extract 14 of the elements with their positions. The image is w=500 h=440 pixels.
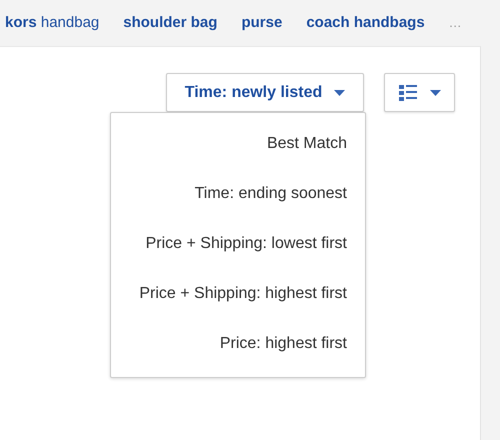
related-search-link[interactable]: kors handbag — [5, 14, 100, 30]
sort-option[interactable]: Price + Shipping: lowest first — [111, 219, 365, 269]
sort-dropdown-button[interactable]: Time: newly listed — [166, 73, 364, 112]
sort-option[interactable]: Price: highest first — [111, 319, 365, 369]
related-search-link[interactable]: coach handbags — [306, 14, 425, 30]
caret-icon — [334, 90, 346, 96]
sort-option[interactable]: Best Match — [111, 119, 365, 169]
caret-icon — [430, 90, 440, 96]
sort-option[interactable]: Price + Shipping: highest first — [111, 269, 365, 319]
sort-option[interactable]: Time: ending soonest — [111, 169, 365, 219]
view-toggle-button[interactable] — [384, 73, 455, 112]
related-search-link[interactable]: shoulder bag — [123, 14, 218, 30]
related-search-link[interactable]: purse — [241, 14, 282, 30]
list-view-icon — [398, 84, 416, 100]
